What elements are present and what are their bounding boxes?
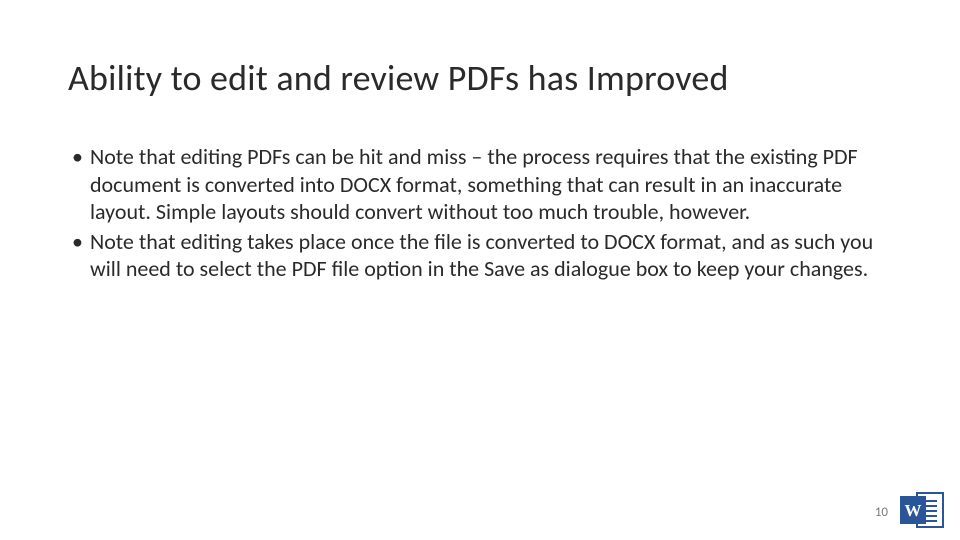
bullet-item: Note that editing PDFs can be hit and mi… [68, 143, 892, 226]
word-badge: W [900, 496, 926, 524]
bullet-text: Note that editing PDFs can be hit and mi… [90, 143, 858, 225]
page-number: 10 [875, 505, 888, 520]
word-badge-letter: W [905, 502, 922, 519]
slide-title: Ability to edit and review PDFs has Impr… [68, 58, 892, 99]
slide-body: Note that editing PDFs can be hit and mi… [68, 143, 892, 283]
ms-word-icon: W [900, 490, 944, 530]
slide: Ability to edit and review PDFs has Impr… [0, 0, 960, 540]
bullet-item: Note that editing takes place once the f… [68, 228, 892, 283]
bullet-text: Note that editing takes place once the f… [90, 228, 873, 283]
